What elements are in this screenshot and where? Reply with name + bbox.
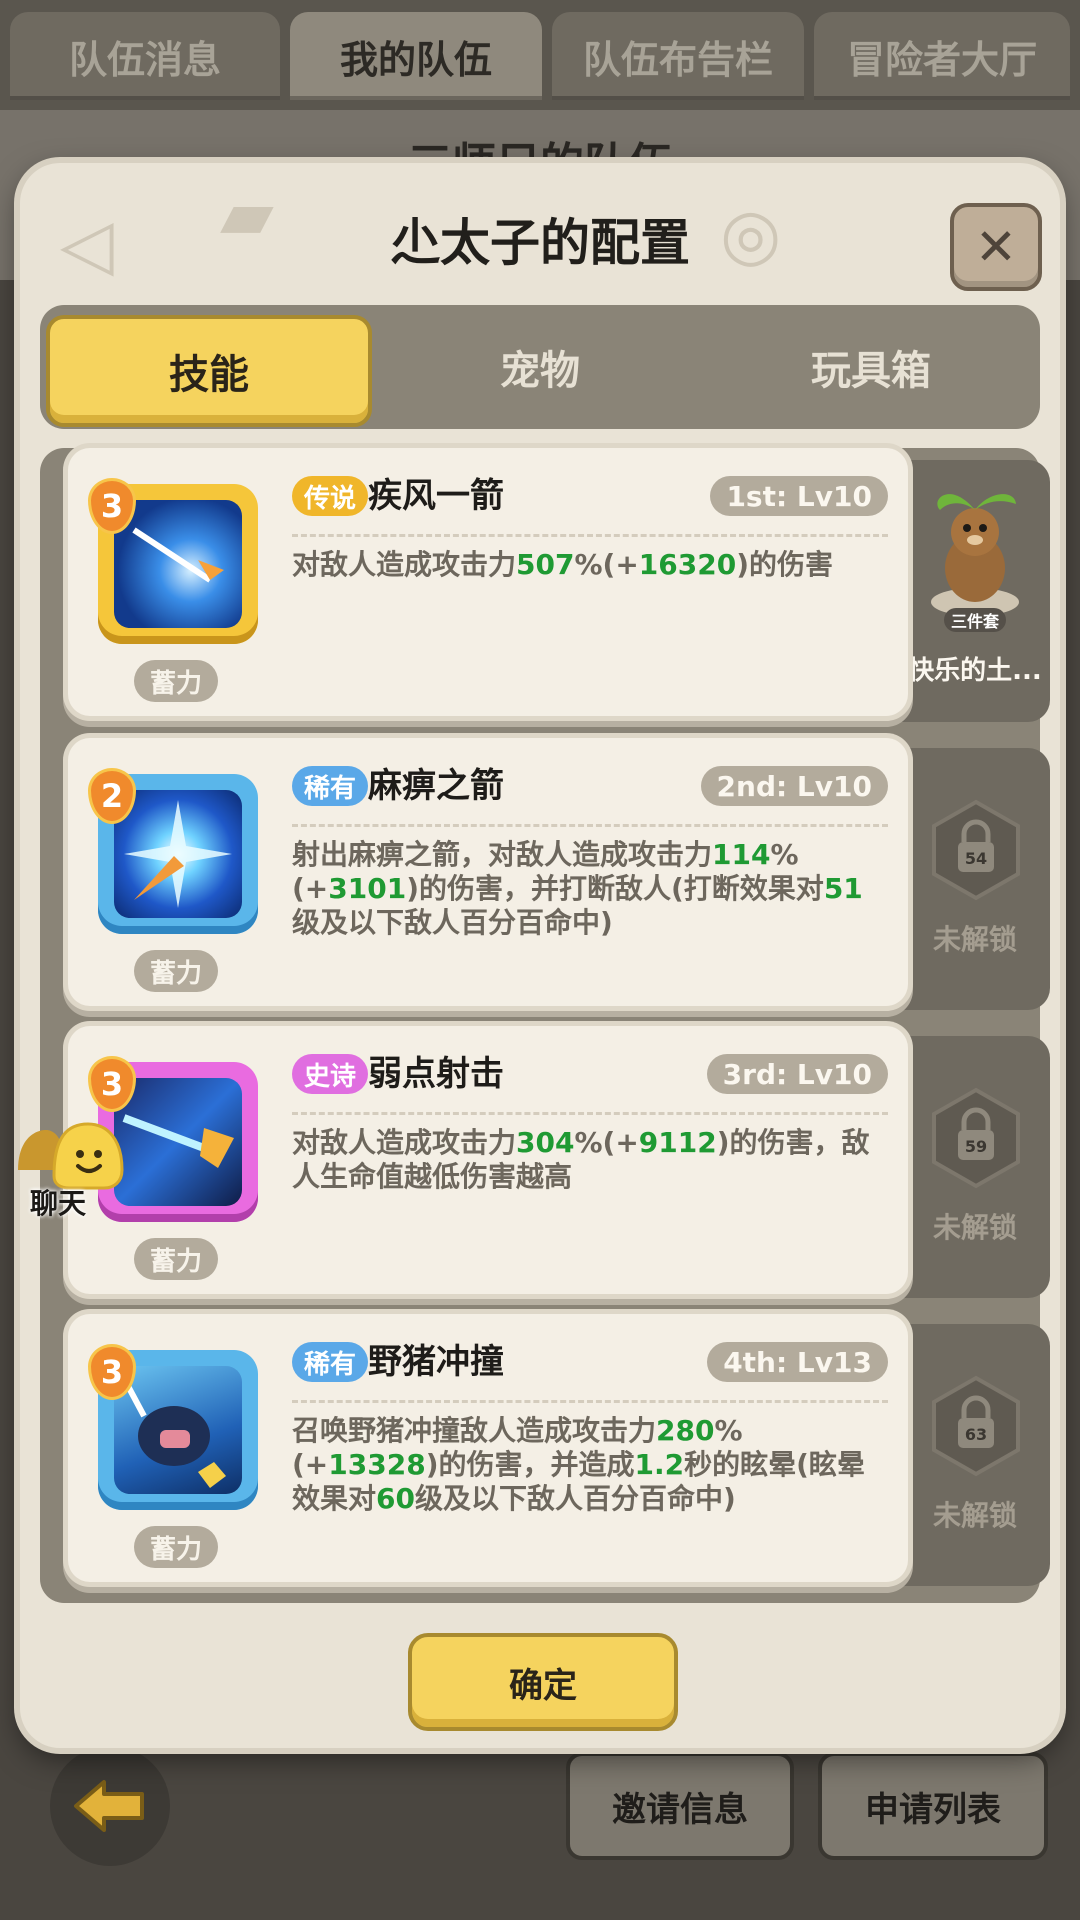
set-badge: 三件套 (944, 608, 1006, 632)
skill-name: 疾风一箭 (368, 476, 504, 516)
pet-name: 快乐的土... (908, 656, 1042, 686)
skill-card[interactable]: 3 蓄力 传说 疾风一箭 1st: Lv10 对敌人造成攻击力507%(+163… (68, 448, 908, 716)
invite-info-button[interactable]: 邀请信息 (566, 1752, 794, 1860)
divider (292, 534, 888, 537)
segment-tabs: 技能 宠物 玩具箱 (40, 305, 1040, 429)
divider (292, 1400, 888, 1403)
skill-description: 对敌人造成攻击力304%(+9112)的伤害，敌人生命值越低伤害越高 (292, 1126, 870, 1193)
skill-description: 射出麻痹之箭，对敌人造成攻击力114%(+3101)的伤害，并打断敌人(打断效果… (292, 838, 863, 939)
locked-slot[interactable]: 59 未解锁 (900, 1036, 1050, 1298)
tab-pets[interactable]: 宠物 (381, 315, 699, 419)
rarity-badge: 稀有 (292, 766, 369, 806)
charge-tag: 蓄力 (134, 1238, 218, 1280)
skill-description: 召唤野猪冲撞敌人造成攻击力280%(+13328)的伤害，并造成1.2秒的眩晕(… (292, 1414, 865, 1515)
modal-title: 尐太子的配置 (390, 214, 690, 272)
lock-icon: 63 (932, 1375, 1020, 1477)
skill-name: 麻痹之箭 (368, 766, 504, 806)
unlock-level: 63 (965, 1425, 987, 1444)
chat-label: 聊天 (30, 1187, 87, 1220)
config-modal: ◁ ▰ ◎ 尐太子的配置 ✕ 技能 宠物 玩具箱 三件套 快乐的土... 54 … (20, 163, 1060, 1748)
pet-slot[interactable]: 三件套 快乐的土... (900, 460, 1050, 722)
top-tab-bar: 队伍消息 我的队伍 队伍布告栏 冒险者大厅 (0, 0, 1080, 110)
tab-team-messages[interactable]: 队伍消息 (10, 12, 280, 100)
locked-slot[interactable]: 54 未解锁 (900, 748, 1050, 1010)
locked-slot[interactable]: 63 未解锁 (900, 1324, 1050, 1586)
arrow-burst-icon (114, 500, 242, 628)
chat-button[interactable]: 聊天 (10, 1110, 130, 1220)
skill-name: 野猪冲撞 (368, 1342, 504, 1382)
skill-slot-level: 3rd: Lv10 (706, 1054, 888, 1094)
tab-skills[interactable]: 技能 (46, 315, 372, 427)
charge-tag: 蓄力 (134, 1526, 218, 1568)
close-icon: ✕ (975, 218, 1017, 276)
charge-tag: 蓄力 (134, 950, 218, 992)
pet-icon (931, 494, 1019, 616)
divider (292, 824, 888, 827)
skill-description: 对敌人造成攻击力507%(+16320)的伤害 (292, 548, 834, 581)
tab-team-board[interactable]: 队伍布告栏 (552, 12, 804, 100)
skill-list: 三件套 快乐的土... 54 未解锁 59 未解锁 63 未解锁 3 蓄力 传说… (40, 448, 1050, 1603)
skill-name: 弱点射击 (368, 1054, 504, 1094)
lock-icon: 59 (932, 1087, 1020, 1189)
tab-adventurer-hall[interactable]: 冒险者大厅 (814, 12, 1070, 100)
skill-slot-level: 1st: Lv10 (710, 476, 888, 516)
boar-charge-icon (114, 1366, 242, 1494)
skill-card[interactable]: 3 蓄力 史诗 弱点射击 3rd: Lv10 对敌人造成攻击力304%(+911… (68, 1026, 908, 1294)
unlock-level: 59 (965, 1137, 987, 1156)
tab-toybox[interactable]: 玩具箱 (712, 315, 1030, 419)
tab-my-team[interactable]: 我的队伍 (290, 12, 542, 100)
divider (292, 1112, 888, 1115)
weak-point-shot-icon (114, 1078, 242, 1206)
skill-card[interactable]: 2 蓄力 稀有 麻痹之箭 2nd: Lv10 射出麻痹之箭，对敌人造成攻击力11… (68, 738, 908, 1006)
rarity-badge: 稀有 (292, 1342, 369, 1382)
apply-list-button[interactable]: 申请列表 (818, 1752, 1048, 1860)
paralyze-arrow-icon (114, 790, 242, 918)
back-button[interactable] (50, 1746, 170, 1866)
skill-slot-level: 2nd: Lv10 (700, 766, 888, 806)
back-arrow-icon (74, 1780, 144, 1832)
locked-label: 未解锁 (932, 923, 1017, 956)
charge-tag: 蓄力 (134, 660, 218, 702)
lock-icon: 54 (932, 799, 1020, 901)
rarity-badge: 史诗 (292, 1054, 369, 1094)
locked-label: 未解锁 (932, 1499, 1017, 1532)
skill-slot-level: 4th: Lv13 (707, 1342, 888, 1382)
close-button[interactable]: ✕ (950, 203, 1042, 291)
rarity-badge: 传说 (292, 476, 369, 516)
confirm-button[interactable]: 确定 (408, 1633, 678, 1731)
locked-label: 未解锁 (932, 1211, 1017, 1244)
unlock-level: 54 (965, 849, 987, 868)
skill-card[interactable]: 3 蓄力 稀有 野猪冲撞 4th: Lv13 召唤野猪冲撞敌人造成攻击力280%… (68, 1314, 908, 1582)
